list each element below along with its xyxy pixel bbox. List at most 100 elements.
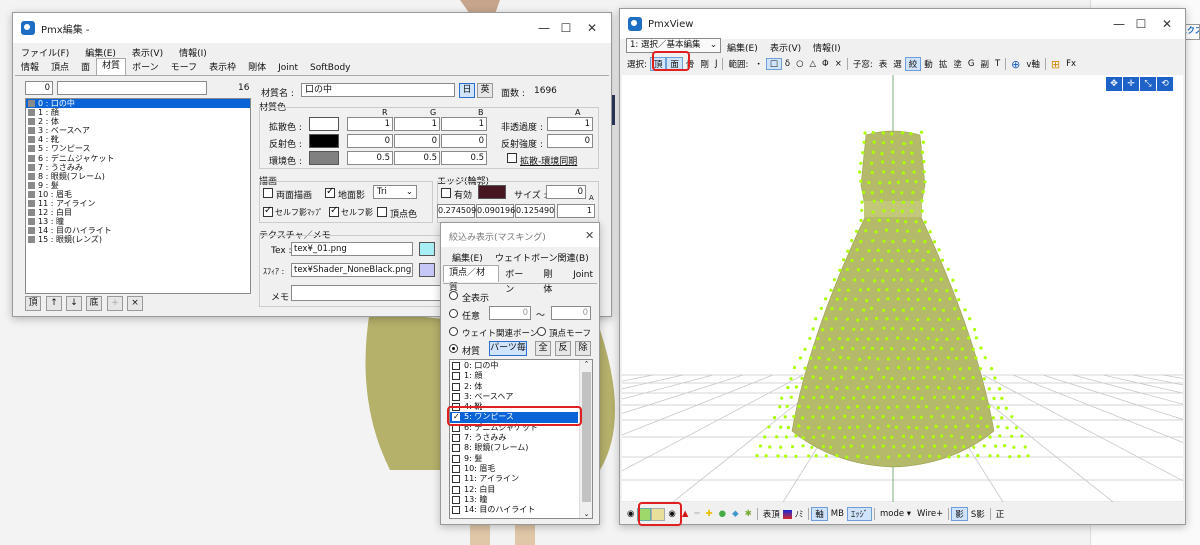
material-list-item[interactable]: 0 : 口の中 bbox=[26, 99, 250, 109]
joint-icon[interactable]: ◆ bbox=[729, 509, 742, 519]
edge-b[interactable]: 0.125490 bbox=[515, 204, 555, 218]
mask-list-item[interactable]: 9: 髪 bbox=[450, 454, 578, 464]
bottom-radio-icon[interactable]: ◉ bbox=[624, 509, 637, 519]
v-axis-button[interactable]: v軸 bbox=[1023, 58, 1043, 70]
rotate-icon[interactable]: ⟲ bbox=[1157, 77, 1173, 91]
range-x-button[interactable]: × bbox=[832, 59, 845, 69]
material-list-item[interactable]: 11 : アイライン bbox=[26, 199, 250, 208]
material-list-item[interactable]: 6 : デニムジャケット bbox=[26, 154, 250, 163]
mask-tab-bone[interactable]: ボーン bbox=[499, 267, 537, 295]
sphere-input[interactable]: tex¥Shader_NoneBlack.png bbox=[291, 263, 413, 277]
range-circle-button[interactable]: ○ bbox=[793, 59, 806, 69]
per-part-button[interactable]: パーツ毎 bbox=[489, 341, 527, 356]
range-phi-button[interactable]: Φ bbox=[819, 59, 832, 69]
mask-list-item[interactable]: 3: ベースヘア bbox=[450, 392, 578, 402]
material-radio[interactable] bbox=[449, 344, 458, 353]
mask-item-checkbox[interactable] bbox=[452, 495, 460, 504]
3d-viewport[interactable]: ✥ ✛ ⤡ ⟲ bbox=[622, 75, 1183, 502]
tab-display-frame[interactable]: 表示枠 bbox=[203, 60, 242, 75]
sub-select-button[interactable]: 選 bbox=[890, 58, 905, 70]
tab-vertex[interactable]: 頂点 bbox=[45, 60, 75, 75]
ground-shadow-checkbox[interactable] bbox=[325, 186, 335, 198]
weight-bone-radio[interactable] bbox=[449, 327, 458, 336]
tab-info[interactable]: 情報 bbox=[15, 60, 45, 75]
range-rect-button[interactable]: □ bbox=[765, 58, 782, 70]
diffuse-r[interactable]: 1 bbox=[347, 117, 393, 131]
move-bottom-button[interactable]: 底 bbox=[86, 296, 102, 311]
diffuse-g[interactable]: 1 bbox=[394, 117, 440, 131]
alpha-input[interactable]: 1 bbox=[547, 117, 593, 131]
scroll-thumb[interactable] bbox=[582, 372, 591, 502]
line-icon[interactable]: ═ bbox=[691, 509, 702, 519]
mask-list-item[interactable]: 0: 口の中 bbox=[450, 361, 578, 371]
mask-menu-edit[interactable]: 編集(E) bbox=[452, 251, 483, 264]
view-titlebar[interactable]: PmxView — ☐ ✕ bbox=[620, 9, 1185, 39]
wire-plus-button[interactable]: Wire+ bbox=[914, 509, 946, 519]
material-list-item[interactable]: 8 : 眼鏡(フレーム) bbox=[26, 172, 250, 181]
mask-close-button[interactable]: ✕ bbox=[585, 229, 594, 242]
color-swatch-icon[interactable] bbox=[782, 509, 792, 519]
menu-file[interactable]: ファイル(F) bbox=[13, 46, 77, 59]
ambient-g[interactable]: 0.5 bbox=[394, 151, 440, 165]
range-point-button[interactable]: ・ bbox=[751, 58, 766, 70]
material-list-item[interactable]: 1 : 顔 bbox=[26, 108, 250, 117]
sub-mask-button[interactable]: 絞 bbox=[904, 57, 922, 71]
arb-from-input[interactable]: 0 bbox=[489, 306, 531, 320]
spec-power-input[interactable]: 0 bbox=[547, 134, 593, 148]
ambient-r[interactable]: 0.5 bbox=[347, 151, 393, 165]
material-list-item[interactable]: 4 : 靴 bbox=[26, 135, 250, 144]
mb-button[interactable]: MB bbox=[828, 509, 847, 519]
show-vertex-button[interactable]: 表頂 bbox=[760, 508, 783, 520]
tex-input[interactable]: tex¥_01.png bbox=[291, 242, 413, 256]
view-menu-edit[interactable]: 編集(E) bbox=[727, 41, 758, 54]
diffuse-swatch[interactable] bbox=[309, 117, 339, 131]
material-list-item[interactable]: 13 : 瞳 bbox=[26, 217, 250, 226]
self-shadow-map-checkbox[interactable] bbox=[263, 205, 273, 217]
mask-list-item[interactable]: 2: 体 bbox=[450, 382, 578, 392]
sub-t-button[interactable]: T bbox=[992, 59, 1003, 69]
scroll-up-icon[interactable]: ⌃ bbox=[580, 360, 592, 368]
sub-scale-button[interactable]: 拡 bbox=[936, 58, 951, 70]
grid-icon[interactable]: ⊞ bbox=[1048, 58, 1063, 71]
mask-list-item[interactable]: 13: 瞳 bbox=[450, 495, 578, 505]
mode-dropdown[interactable]: mode ▾ bbox=[877, 509, 914, 519]
edge-color-swatch[interactable] bbox=[478, 185, 506, 199]
menu-info[interactable]: 情報(I) bbox=[171, 46, 215, 59]
mask-tab-joint[interactable]: Joint bbox=[567, 267, 599, 282]
edge-size-input[interactable]: 0 bbox=[546, 185, 586, 199]
softbody-icon[interactable]: ✱ bbox=[742, 509, 755, 519]
tab-bone[interactable]: ボーン bbox=[126, 60, 165, 75]
range-delta-button[interactable]: δ bbox=[782, 59, 793, 69]
move-down-button[interactable]: ↓ bbox=[66, 296, 82, 311]
mask-item-checkbox[interactable] bbox=[452, 485, 460, 494]
mask-list-item[interactable]: 1: 顔 bbox=[450, 371, 578, 381]
vertex-morph-radio[interactable] bbox=[537, 327, 546, 336]
sub-g-button[interactable]: G bbox=[965, 59, 978, 69]
ambient-b[interactable]: 0.5 bbox=[441, 151, 487, 165]
tab-morph[interactable]: モーフ bbox=[165, 60, 203, 75]
view-menu-view[interactable]: 表示(V) bbox=[770, 41, 801, 54]
mask-tab-vertex-material[interactable]: 頂点／材質 bbox=[443, 265, 500, 293]
view-menu-info[interactable]: 情報(I) bbox=[813, 41, 841, 54]
diffuse-b[interactable]: 1 bbox=[441, 117, 487, 131]
specular-g[interactable]: 0 bbox=[394, 134, 440, 148]
remove-button[interactable]: 除 bbox=[575, 341, 591, 356]
menu-edit[interactable]: 編集(E) bbox=[77, 46, 124, 59]
fx-button[interactable]: Fx bbox=[1063, 59, 1079, 69]
mask-list-item[interactable]: 10: 眉毛 bbox=[450, 464, 578, 474]
shadow-mode-select[interactable]: Tri ⌄ bbox=[373, 185, 417, 199]
sub-table-button[interactable]: 表 bbox=[876, 58, 891, 70]
mask-tab-rigidbody[interactable]: 剛体 bbox=[537, 267, 567, 295]
select-rigid-button[interactable]: 剛 bbox=[697, 58, 712, 70]
view-close-button[interactable]: ✕ bbox=[1144, 9, 1190, 39]
mask-item-checkbox[interactable] bbox=[452, 506, 460, 515]
axis-globe-icon[interactable]: ⊕ bbox=[1008, 58, 1023, 71]
tab-rigidbody[interactable]: 剛体 bbox=[242, 60, 272, 75]
edit-titlebar[interactable]: Pmx編集 - — ☐ ✕ bbox=[13, 13, 611, 43]
memo-input[interactable] bbox=[291, 285, 441, 301]
sphere-preview[interactable] bbox=[419, 263, 435, 277]
mask-list-item[interactable]: 7: うさみみ bbox=[450, 433, 578, 443]
front-view-button[interactable]: 正 bbox=[993, 508, 1008, 520]
rigid-icon[interactable]: ● bbox=[716, 509, 729, 519]
mask-item-checkbox[interactable] bbox=[452, 392, 460, 401]
